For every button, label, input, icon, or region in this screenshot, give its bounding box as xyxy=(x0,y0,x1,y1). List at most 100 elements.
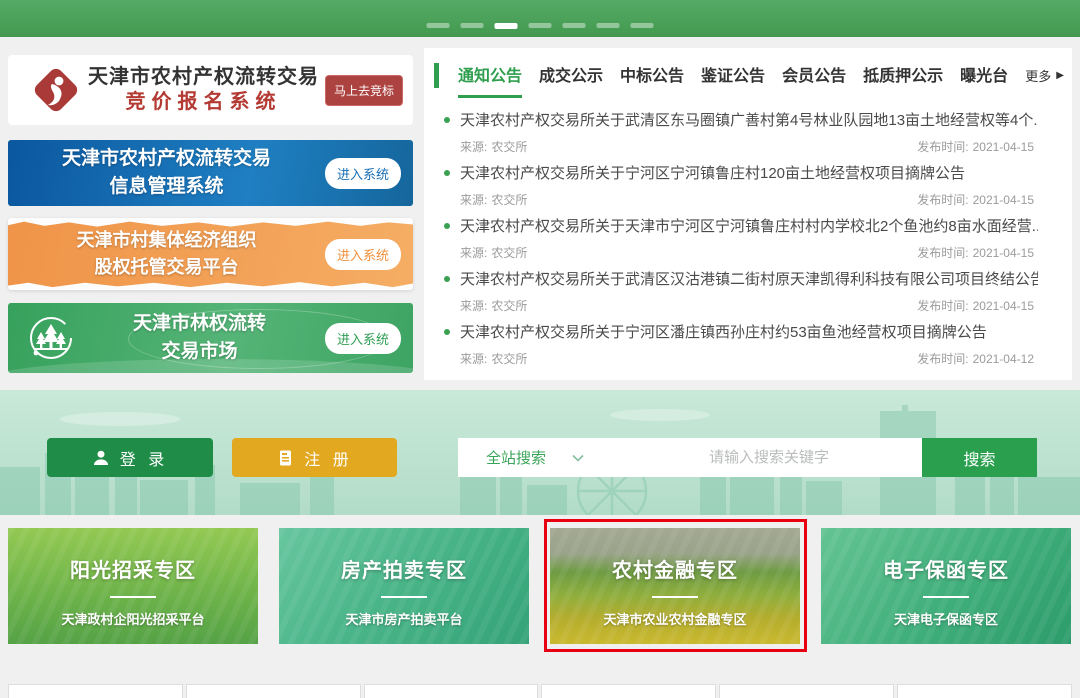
logo-card: 天津市农村产权流转交易 竞价报名系统 马上去竞标 xyxy=(8,55,413,125)
zone-card[interactable]: 房产拍卖专区 天津市房产拍卖平台 xyxy=(279,528,529,644)
search-scope-select[interactable]: 全站搜索 xyxy=(458,447,616,468)
more-link[interactable]: 更多 ▶ xyxy=(1025,66,1064,85)
person-icon xyxy=(92,449,110,467)
carousel-dot[interactable] xyxy=(427,23,450,28)
news-meta: 来源: 农交所 发布时间: 2021-04-12 xyxy=(444,350,1038,367)
date-value: 2021-04-15 xyxy=(973,193,1034,207)
bottom-card-row xyxy=(8,684,1072,698)
bottom-card[interactable] xyxy=(719,684,894,698)
carousel-dot[interactable] xyxy=(597,23,620,28)
zone-title: 房产拍卖专区 xyxy=(341,554,467,583)
search-button[interactable]: 搜索 xyxy=(922,438,1037,477)
bullet-icon xyxy=(444,170,450,176)
zone-divider xyxy=(652,596,698,598)
site-logo-icon xyxy=(30,64,82,116)
source-label: 来源: xyxy=(460,246,487,260)
date-value: 2021-04-15 xyxy=(973,299,1034,313)
bullet-icon xyxy=(444,223,450,229)
chevron-down-icon xyxy=(572,454,584,462)
forest-market-banner[interactable]: 天津市林权流转 交易市场 进入系统 xyxy=(8,303,413,373)
forest-market-enter-button[interactable]: 进入系统 xyxy=(325,323,401,354)
date-label: 发布时间: xyxy=(917,140,968,154)
info-system-line1: 天津市农村产权流转交易 xyxy=(8,145,325,174)
news-tabs: 通知公告成交公示中标公告鉴证公告会员公告抵质押公示曝光台 xyxy=(458,62,1025,98)
news-date: 发布时间: 2021-04-15 xyxy=(917,297,1038,314)
news-tab[interactable]: 鉴证公告 xyxy=(701,62,765,98)
news-date: 发布时间:2021-04-15 xyxy=(917,244,1038,261)
news-date: 发布时间:2021-04-15 xyxy=(917,191,1038,208)
date-value: 2021-04-12 xyxy=(973,352,1034,366)
source-label: 来源: xyxy=(460,299,487,313)
date-value: 2021-04-15 xyxy=(973,140,1034,154)
source-label: 来源: xyxy=(460,352,487,366)
news-tab[interactable]: 曝光台 xyxy=(960,62,1008,98)
equity-line1: 天津市村集体经济组织 xyxy=(8,227,325,254)
forest-line2: 交易市场 xyxy=(74,338,325,367)
zone-title: 农村金融专区 xyxy=(612,554,738,583)
zone-subtitle: 天津政村企阳光招采平台 xyxy=(61,609,204,628)
login-label: 登 录 xyxy=(120,446,168,470)
news-tab[interactable]: 会员公告 xyxy=(782,62,846,98)
zone-divider xyxy=(381,596,427,598)
zone-card[interactable]: 农村金融专区 天津市农业农村金融专区 xyxy=(550,528,800,644)
news-title: 天津农村产权交易所关于武清区东马圈镇广善村第4号林业队园地13亩土地经营权等4个… xyxy=(460,109,1038,130)
bottom-card[interactable] xyxy=(364,684,539,698)
equity-platform-banner-inner: 天津市村集体经济组织 股权托管交易平台 进入系统 xyxy=(8,218,413,290)
login-button[interactable]: 登 录 xyxy=(47,438,213,477)
date-label: 发布时间: xyxy=(917,352,968,366)
news-tab[interactable]: 中标公告 xyxy=(620,62,684,98)
news-title-row[interactable]: 天津农村产权交易所关于天津市宁河区宁河镇鲁庄村村内学校北2个鱼池约8亩水面经营.… xyxy=(444,215,1038,236)
news-source: 来源:农交所 xyxy=(460,191,531,208)
date-label: 发布时间: xyxy=(917,299,968,313)
equity-platform-enter-button[interactable]: 进入系统 xyxy=(325,239,401,270)
news-date: 发布时间: 2021-04-15 xyxy=(917,138,1038,155)
bottom-card[interactable] xyxy=(186,684,361,698)
source-value: 农交所 xyxy=(491,140,527,154)
info-system-banner[interactable]: 天津市农村产权流转交易 信息管理系统 进入系统 xyxy=(8,140,413,206)
source-value: 农交所 xyxy=(491,352,527,366)
carousel-dot[interactable] xyxy=(563,23,586,28)
news-title-row[interactable]: 天津农村产权交易所关于宁河区潘庄镇西孙庄村约53亩鱼池经营权项目摘牌公告 xyxy=(444,321,1038,342)
tab-accent-bar xyxy=(434,63,439,88)
news-title-row[interactable]: 天津农村产权交易所关于武清区汉沽港镇二街村原天津凯得利科技有限公司项目终结公告 xyxy=(444,268,1038,289)
more-arrow-icon: ▶ xyxy=(1056,70,1064,81)
search-input[interactable] xyxy=(616,438,922,477)
site-title: 天津市农村产权流转交易 竞价报名系统 xyxy=(82,65,325,115)
news-tab[interactable]: 通知公告 xyxy=(458,62,522,98)
carousel-dot[interactable] xyxy=(631,23,654,28)
zone-card[interactable]: 电子保函专区 天津电子保函专区 xyxy=(821,528,1071,644)
carousel-dot[interactable] xyxy=(461,23,484,28)
hero-search-band: 登 录 注 册 全站搜索 搜索 xyxy=(0,390,1080,515)
zone-card[interactable]: 阳光招采专区 天津政村企阳光招采平台 xyxy=(8,528,258,644)
go-bid-button[interactable]: 马上去竞标 xyxy=(325,75,403,106)
register-label: 注 册 xyxy=(304,446,352,470)
bottom-card[interactable] xyxy=(541,684,716,698)
zone-title: 电子保函专区 xyxy=(883,554,1009,583)
bottom-card[interactable] xyxy=(897,684,1072,698)
news-title-row[interactable]: 天津农村产权交易所关于宁河区宁河镇鲁庄村120亩土地经营权项目摘牌公告 xyxy=(444,162,1038,183)
forest-market-title: 天津市林权流转 交易市场 xyxy=(74,310,325,367)
search-scope-label: 全站搜索 xyxy=(486,447,546,468)
equity-platform-title: 天津市村集体经济组织 股权托管交易平台 xyxy=(8,227,325,281)
carousel-dot[interactable] xyxy=(495,23,518,29)
news-list-item: 天津农村产权交易所关于武清区汉沽港镇二街村原天津凯得利科技有限公司项目终结公告 … xyxy=(444,259,1038,312)
news-title: 天津农村产权交易所关于宁河区宁河镇鲁庄村120亩土地经营权项目摘牌公告 xyxy=(460,162,965,183)
site-title-line2: 竞价报名系统 xyxy=(82,90,325,115)
news-title: 天津农村产权交易所关于宁河区潘庄镇西孙庄村约53亩鱼池经营权项目摘牌公告 xyxy=(460,321,987,342)
news-source: 来源: 农交所 xyxy=(460,350,531,367)
news-tab[interactable]: 抵质押公示 xyxy=(863,62,943,98)
news-list-item: 天津农村产权交易所关于宁河区宁河镇鲁庄村120亩土地经营权项目摘牌公告 来源:农… xyxy=(444,153,1038,206)
zone-subtitle: 天津市农业农村金融专区 xyxy=(603,609,746,628)
news-title-row[interactable]: 天津农村产权交易所关于武清区东马圈镇广善村第4号林业队园地13亩土地经营权等4个… xyxy=(444,109,1038,130)
news-panel: 通知公告成交公示中标公告鉴证公告会员公告抵质押公示曝光台 更多 ▶ 天津农村产权… xyxy=(424,48,1072,380)
news-list-item: 天津农村产权交易所关于宁河区潘庄镇西孙庄村约53亩鱼池经营权项目摘牌公告 来源:… xyxy=(444,312,1038,365)
news-list-item: 天津农村产权交易所关于天津市宁河区宁河镇鲁庄村村内学校北2个鱼池约8亩水面经营.… xyxy=(444,206,1038,259)
info-system-enter-button[interactable]: 进入系统 xyxy=(325,158,401,189)
date-value: 2021-04-15 xyxy=(973,246,1034,260)
equity-platform-banner[interactable]: 天津市村集体经济组织 股权托管交易平台 进入系统 xyxy=(8,218,413,290)
news-tab[interactable]: 成交公示 xyxy=(539,62,603,98)
carousel-dot[interactable] xyxy=(529,23,552,28)
info-system-line2: 信息管理系统 xyxy=(8,173,325,202)
register-button[interactable]: 注 册 xyxy=(232,438,397,477)
bottom-card[interactable] xyxy=(8,684,183,698)
